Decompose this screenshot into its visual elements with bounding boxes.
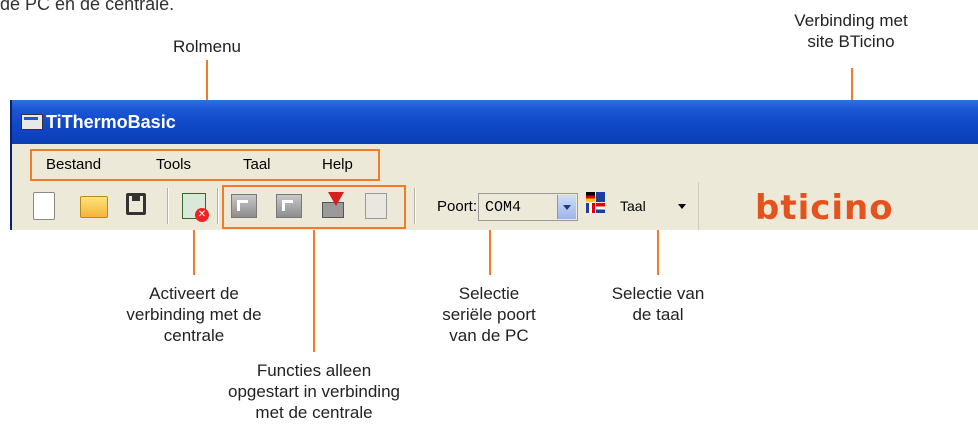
callout-seriele-poort: Selectie seriële poort van de PC [442, 284, 536, 345]
toolbar-separator [217, 188, 219, 224]
function-button-3[interactable] [320, 190, 346, 220]
chevron-down-icon[interactable] [557, 195, 576, 219]
callout-verbinding-site: Verbinding met site BTicino [794, 11, 908, 51]
toolbar-separator [414, 188, 416, 224]
pointer-line-functies [313, 230, 315, 352]
menu-item-bestand[interactable]: Bestand [46, 156, 101, 173]
menu-item-tools[interactable]: Tools [156, 156, 191, 173]
toolbar: Poort: COM4 Taal bticino [12, 182, 978, 230]
app-window: TiThermoBasic Bestand Tools Taal Help ✕ … [10, 100, 978, 230]
function-button-1[interactable] [230, 190, 257, 220]
connect-button[interactable] [180, 190, 209, 222]
new-document-icon [33, 192, 55, 220]
open-folder-icon [80, 196, 108, 218]
menu-item-taal[interactable]: Taal [243, 156, 271, 173]
disabled-function-icon [231, 194, 257, 218]
app-icon [21, 114, 43, 130]
connect-icon [182, 193, 209, 222]
callout-taal: Selectie van de taal [611, 284, 705, 324]
function-button-4[interactable] [362, 190, 388, 220]
language-flags-icon [586, 192, 606, 214]
pointer-line-taal [657, 230, 659, 275]
function-button-2[interactable] [275, 190, 302, 220]
open-button[interactable] [80, 190, 108, 220]
menu-bar: Bestand Tools Taal Help [12, 144, 978, 183]
window-title: TiThermoBasic [46, 112, 176, 132]
language-select[interactable]: Taal [620, 198, 646, 214]
menu-item-help[interactable]: Help [322, 156, 353, 173]
download-icon [322, 192, 344, 218]
title-bar: TiThermoBasic [12, 100, 978, 144]
bticino-logo[interactable]: bticino [755, 188, 894, 228]
callout-activeert: Activeert de verbinding met de centrale [126, 284, 262, 345]
callout-rolmenu: Rolmenu [172, 37, 242, 56]
port-select[interactable]: COM4 [478, 193, 578, 221]
pointer-line-seriele-poort [489, 230, 491, 275]
port-label: Poort: [437, 198, 478, 215]
save-button[interactable] [124, 190, 150, 220]
brand-area[interactable]: bticino [698, 182, 978, 230]
disabled-function-icon [276, 194, 302, 218]
disabled-document-icon [365, 193, 387, 219]
language-chevron-down-icon[interactable] [678, 204, 686, 209]
port-value: COM4 [485, 199, 522, 216]
intro-text-fragment: de PC en de centrale. [0, 0, 175, 14]
toolbar-separator [167, 188, 169, 224]
language-value: Taal [620, 198, 646, 214]
pointer-line-activeert [193, 230, 195, 275]
save-disk-icon [126, 193, 146, 215]
callout-functies: Functies alleen opgestart in verbinding … [227, 361, 400, 422]
new-button[interactable] [30, 190, 56, 220]
